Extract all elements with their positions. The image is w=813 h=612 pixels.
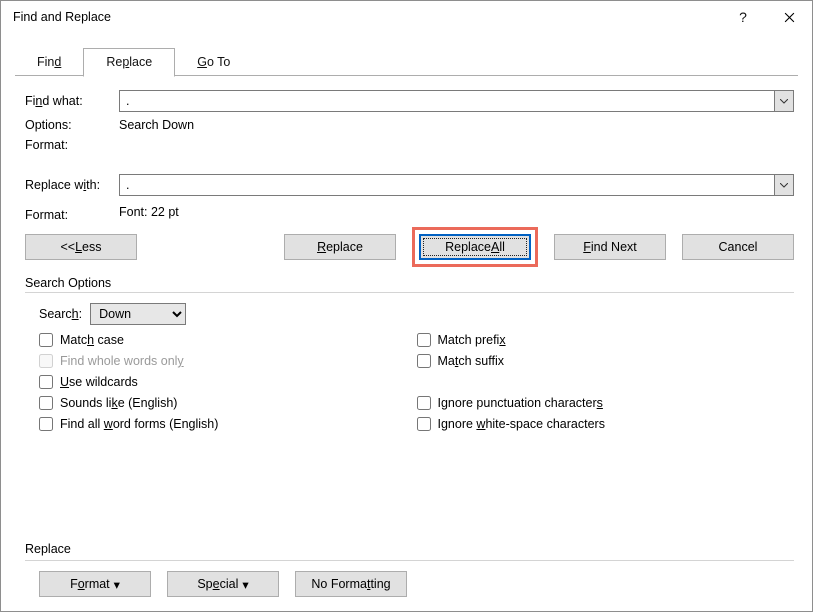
tab-find[interactable]: Find <box>15 49 83 76</box>
form-area: Find what: Options: Search Down Format: … <box>1 76 812 226</box>
search-direction-label: Search: <box>39 307 82 321</box>
replace-with-field[interactable] <box>119 174 794 196</box>
less-button[interactable]: << Less <box>25 234 137 260</box>
cancel-button[interactable]: Cancel <box>682 234 794 260</box>
replace-format-legend: Replace <box>25 538 794 561</box>
window-title: Find and Replace <box>13 10 720 24</box>
format2-label: Format: <box>25 202 119 222</box>
close-button[interactable] <box>766 1 812 33</box>
search-options-section: Search Options Search: Down Match case M… <box>1 266 812 431</box>
chevron-down-icon <box>780 183 788 188</box>
find-what-field[interactable] <box>119 90 794 112</box>
replace-format-section: Replace Format▾ Special▾ No Formatting <box>1 538 812 611</box>
format-label: Format: <box>25 138 119 152</box>
replace-all-button[interactable]: Replace All <box>419 234 531 260</box>
options-value: Search Down <box>119 118 794 132</box>
search-direction-select[interactable]: Down <box>90 303 186 325</box>
replace-button[interactable]: Replace <box>284 234 396 260</box>
format2-value: Font: 22 pt <box>119 205 794 219</box>
no-formatting-button[interactable]: No Formatting <box>295 571 407 597</box>
options-label: Options: <box>25 118 119 132</box>
use-wildcards-checkbox[interactable]: Use wildcards <box>39 375 417 389</box>
find-what-dropdown[interactable] <box>774 90 794 112</box>
button-row: << Less Replace Replace All Find Next Ca… <box>1 226 812 266</box>
word-forms-checkbox[interactable]: Find all word forms (English) <box>39 417 417 431</box>
ignore-punctuation-checkbox[interactable]: Ignore punctuation characters <box>417 396 795 410</box>
titlebar: Find and Replace ? <box>1 1 812 33</box>
special-menu-button[interactable]: Special▾ <box>167 571 279 597</box>
tab-goto[interactable]: Go To <box>175 49 252 76</box>
help-button[interactable]: ? <box>720 1 766 33</box>
tab-strip: Find Replace Go To <box>1 33 812 76</box>
chevron-down-icon <box>780 99 788 104</box>
tab-replace[interactable]: Replace <box>83 48 175 77</box>
search-options-legend: Search Options <box>25 270 794 293</box>
match-case-checkbox[interactable]: Match case <box>39 333 417 347</box>
close-icon <box>784 12 795 23</box>
format-menu-button[interactable]: Format▾ <box>39 571 151 597</box>
replace-with-label: Replace with: <box>25 178 119 192</box>
dialog-find-and-replace: Find and Replace ? Find Replace Go To Fi… <box>0 0 813 612</box>
replace-with-dropdown[interactable] <box>774 174 794 196</box>
find-next-button[interactable]: Find Next <box>554 234 666 260</box>
whole-words-checkbox: Find whole words only <box>39 354 417 368</box>
replace-with-input[interactable] <box>119 174 775 196</box>
match-prefix-checkbox[interactable]: Match prefix <box>417 333 795 347</box>
highlight-replace-all: Replace All <box>412 227 538 267</box>
match-suffix-checkbox[interactable]: Match suffix <box>417 354 795 368</box>
find-what-input[interactable] <box>119 90 775 112</box>
ignore-whitespace-checkbox[interactable]: Ignore white-space characters <box>417 417 795 431</box>
find-what-label: Find what: <box>25 94 119 108</box>
sounds-like-checkbox[interactable]: Sounds like (English) <box>39 396 417 410</box>
